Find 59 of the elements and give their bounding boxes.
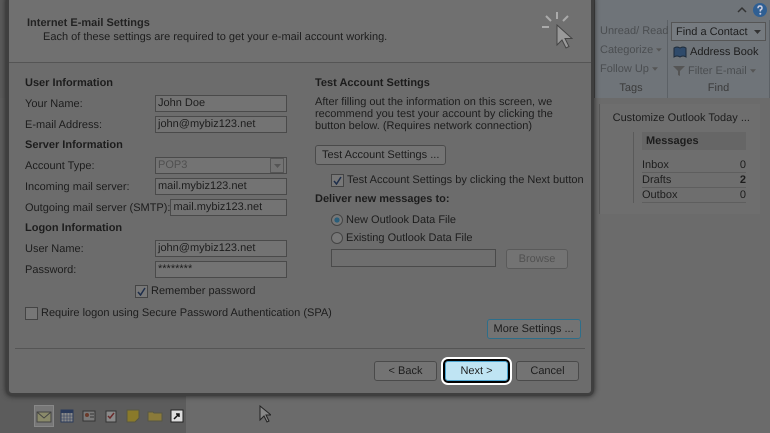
messages-heading: Messages (642, 132, 746, 150)
group-label: Find (706, 82, 730, 96)
section-heading: Test Account Settings (315, 76, 431, 91)
more-settings-button[interactable]: More Settings ... (486, 319, 581, 339)
mail-icon[interactable] (34, 405, 54, 427)
field-label: Incoming mail server: (25, 180, 130, 192)
checkbox[interactable] (25, 306, 38, 320)
radio-label: Existing Outlook Data File (346, 232, 473, 244)
checkbox-label: Require logon using Secure Password Authentication (SPA) (41, 307, 332, 319)
description-text: After filling out the information on this screen, we recommend you test your account by clicking the button below. (Requires network connection) (315, 96, 554, 132)
field-label: Account Type: (25, 160, 95, 172)
section-heading: Server Information (25, 138, 124, 153)
funnel-icon (673, 64, 685, 76)
section-heading: Logon Information (25, 221, 124, 236)
ribbon-button[interactable]: Address Book (671, 43, 766, 60)
folder-name[interactable]: Drafts (642, 174, 672, 186)
group-label: Tags (618, 82, 644, 96)
input-field[interactable]: john@mybiz123.net (155, 116, 287, 133)
checkbox[interactable] (135, 284, 148, 298)
section-heading: User Information (25, 76, 114, 91)
file-path-field[interactable] (331, 249, 496, 267)
cursor-click-icon (541, 11, 573, 51)
caret-icon (754, 30, 761, 34)
find-contact-field[interactable]: Find a Contact (671, 22, 766, 41)
checkbox-label: Test Account Settings by clicking the Next button (347, 174, 584, 186)
collapse-icon[interactable] (737, 6, 747, 14)
message-count: 0 (740, 159, 746, 171)
input-field[interactable]: ******** (155, 261, 287, 278)
input-field[interactable]: john@mybiz123.net (155, 240, 287, 257)
radio-button[interactable] (331, 214, 343, 226)
test-settings-button[interactable]: Test Account Settings ... (315, 145, 446, 165)
input-field[interactable]: John Doe (155, 95, 287, 112)
dialog-button[interactable]: < Back (374, 361, 437, 381)
radio-button[interactable] (331, 232, 343, 244)
folder-name[interactable]: Outbox (642, 189, 678, 201)
help-icon[interactable] (753, 3, 767, 17)
book-icon (673, 46, 687, 58)
customize-link[interactable]: Customize Outlook Today ... (612, 112, 750, 124)
mouse-pointer-icon (259, 405, 271, 423)
dialog-title: Internet E-mail Settings (27, 17, 151, 29)
dialog-subtitle: Each of these settings are required to get your e-mail account working. (42, 31, 388, 43)
caret-icon (750, 68, 756, 72)
message-count: 2 (740, 174, 746, 186)
field-label: Outgoing mail server (SMTP): (25, 202, 170, 214)
dialog-button[interactable]: Cancel (516, 361, 579, 381)
field-label: E-mail Address: (25, 118, 102, 130)
folder-name[interactable]: Inbox (642, 159, 669, 171)
field-label: User Name: (25, 242, 84, 254)
checkbox-label: Remember password (151, 285, 256, 297)
radio-label: New Outlook Data File (346, 214, 456, 226)
message-count: 0 (740, 189, 746, 201)
section-heading: Deliver new messages to: (315, 192, 451, 207)
field-label: Password: (25, 264, 76, 276)
input-field[interactable]: mail.mybiz123.net (170, 199, 287, 216)
checkbox[interactable] (331, 174, 344, 186)
caret-icon (652, 66, 658, 70)
input-field[interactable]: mail.mybiz123.net (155, 178, 287, 195)
field-label: Your Name: (25, 98, 83, 110)
caret-icon (656, 48, 662, 52)
